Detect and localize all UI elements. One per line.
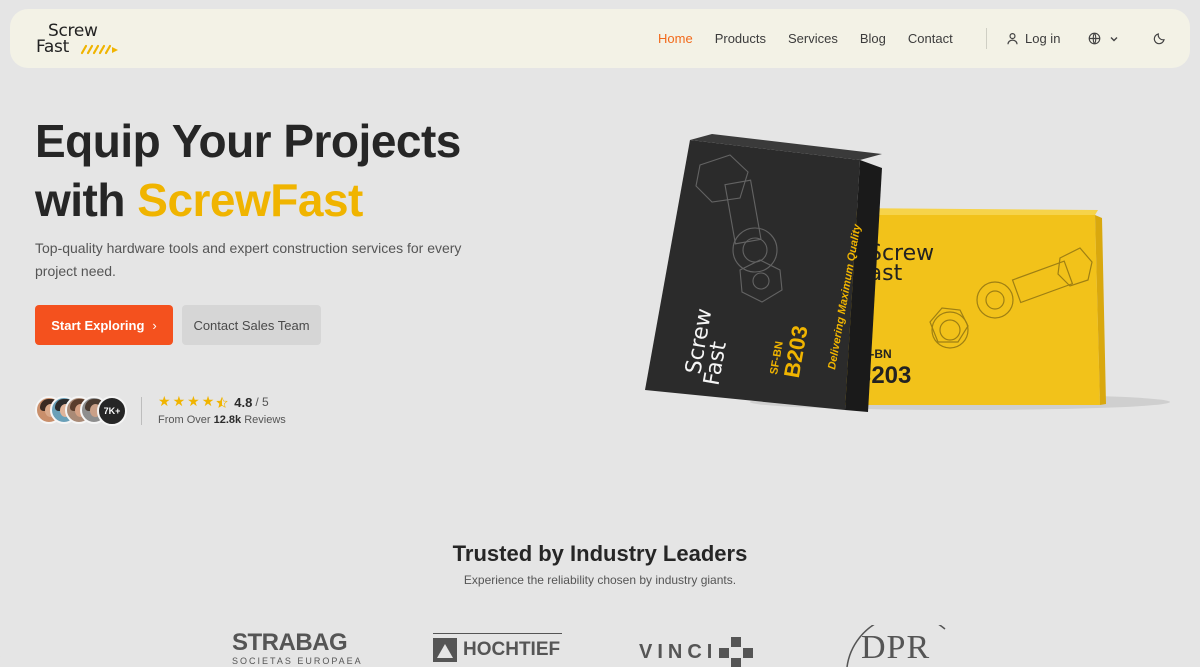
brand-logo[interactable]: Screw Fast [36,21,126,57]
hochtief-logo-name: HOCHTIEF [463,639,561,660]
hochtief-mark-icon [433,638,457,662]
hero-title-with: with [35,174,138,226]
nav-blog-link[interactable]: Blog [860,31,886,46]
star-icon: ★ [201,394,215,410]
strabag-logo-sub: SOCIETAS EUROPAEA [232,656,363,666]
reviews-count: From Over 12.8k Reviews [158,414,286,426]
avatar-count-badge: 7K+ [97,396,127,426]
strabag-logo-name: STRABAG [232,629,348,656]
main-menu: Home Products Services Blog Contact [658,9,975,68]
nav-home-link[interactable]: Home [658,31,693,46]
dpr-logo-name: DPR [861,629,931,666]
navbar: Screw Fast Home Products Services Blog C… [10,9,1190,68]
nav-services-link[interactable]: Services [788,31,838,46]
partner-logos: STRABAG SOCIETAS EUROPAEA HOCHTIEF VINCI [0,625,1200,667]
nav-contact-link[interactable]: Contact [908,31,953,46]
hero-subtitle: Top-quality hardware tools and expert co… [35,240,462,279]
reviews-number: 12.8k [213,414,242,426]
star-rating: ★ ★ ★ ★ 4.8 / 5 [158,394,269,410]
vinci-mark-icon [719,637,754,667]
vinci-logo-name: VINCI [639,640,718,663]
customer-avatars: 7K+ [35,396,135,426]
rating-score: 4.8 [234,394,253,410]
trusted-subtitle: Experience the reliability chosen by ind… [463,573,737,587]
start-exploring-button[interactable]: Start Exploring › [35,305,173,345]
chevron-right-icon: › [152,317,157,333]
contact-sales-button[interactable]: Contact Sales Team [182,305,321,345]
hero-title: Equip Your Projects with ScrewFast [35,112,595,230]
chevron-down-icon [1110,36,1118,41]
user-icon [1007,33,1018,45]
login-label: Log in [1025,31,1061,46]
moon-icon [1153,33,1165,45]
hero-title-line1: Equip Your Projects [35,115,461,167]
login-button[interactable]: Log in [1006,9,1060,68]
theme-toggle[interactable] [1153,9,1166,68]
rating-max: / 5 [255,395,269,409]
vinci-logo[interactable]: VINCI [639,637,755,667]
brand-logo-line2: Fast [36,37,69,57]
start-exploring-label: Start Exploring [51,317,145,333]
trusted-title: Trusted by Industry Leaders [452,541,748,566]
contact-sales-label: Contact Sales Team [193,317,310,333]
strabag-logo[interactable]: STRABAG SOCIETAS EUROPAEA [232,631,363,667]
language-selector[interactable] [1088,9,1127,68]
half-star-icon [216,396,228,408]
star-icon: ★ [158,394,171,410]
globe-icon [1088,32,1101,45]
hochtief-logo[interactable]: HOCHTIEF [433,633,562,662]
nav-divider [986,28,987,49]
star-icon: ★ [187,394,200,410]
reviews-suffix: Reviews [241,414,286,426]
nav-products-link[interactable]: Products [715,31,766,46]
brand-slash-icon [80,44,118,55]
hero-title-highlight: ScrewFast [137,174,363,226]
product-boxes-image: Screw Fast SF-BN B203 Screw Fast SF-BN B… [645,134,1170,412]
reviews-prefix: From Over [158,414,214,426]
rating-divider [141,397,142,425]
star-icon: ★ [172,394,186,410]
page: Screw Fast Home Products Services Blog C… [0,0,1200,667]
